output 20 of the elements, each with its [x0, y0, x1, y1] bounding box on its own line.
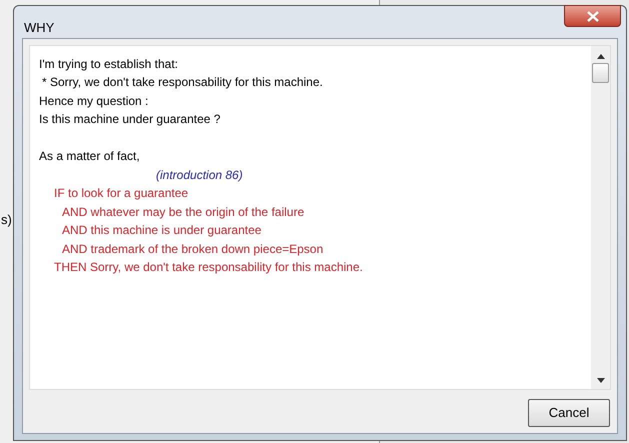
- scrollbar[interactable]: [591, 46, 610, 388]
- text-line: I'm trying to establish that:: [39, 56, 178, 70]
- rule-text: AND trademark of the broken down piece=Epson: [62, 242, 324, 256]
- text-line: As a matter of fact,: [39, 149, 140, 163]
- rule-text: AND whatever may be the origin of the failure: [62, 204, 304, 218]
- reference-text: (introduction 86): [156, 168, 243, 182]
- background-text: s): [1, 211, 12, 229]
- rule-text: IF to look for a guarantee: [54, 186, 188, 200]
- close-button[interactable]: [564, 5, 621, 27]
- close-icon: [586, 10, 598, 22]
- window-title: WHY: [24, 19, 54, 37]
- scroll-up-icon[interactable]: [596, 54, 604, 58]
- scroll-down-icon[interactable]: [596, 378, 604, 382]
- cancel-button[interactable]: Cancel: [528, 398, 610, 426]
- rule-text: AND this machine is under guarantee: [62, 223, 262, 237]
- rule-text: THEN Sorry, we don't take responsability for this machine.: [54, 260, 363, 274]
- text-line: Hence my question :: [39, 94, 148, 108]
- scroll-thumb[interactable]: [592, 62, 609, 82]
- text-line: * Sorry, we don't take responsability for this machine.: [42, 75, 323, 89]
- text-line: Is this machine under guarantee ?: [39, 112, 220, 126]
